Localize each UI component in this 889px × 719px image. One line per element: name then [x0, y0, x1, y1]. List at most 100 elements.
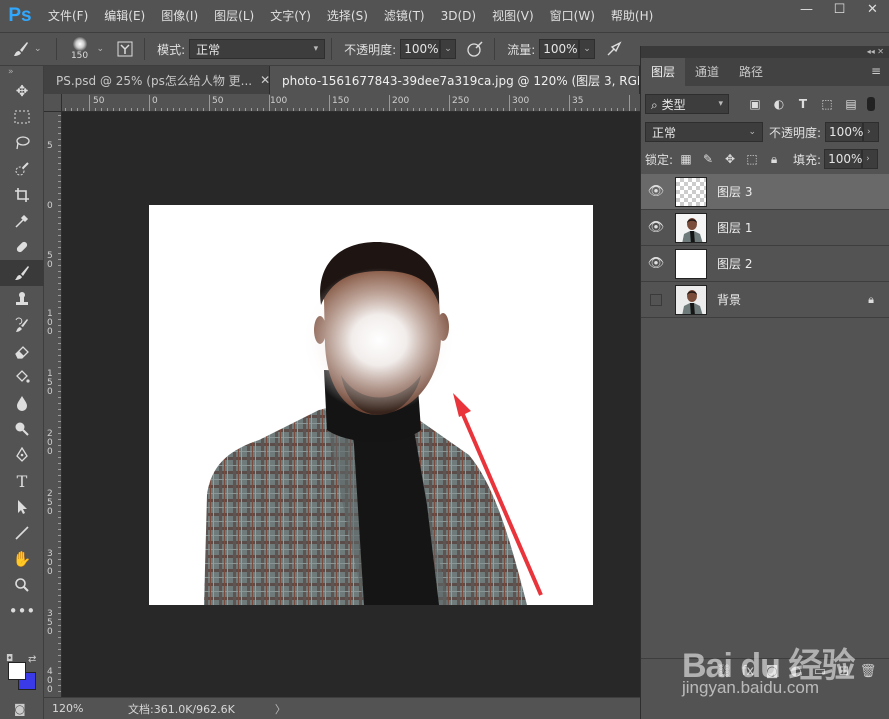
chevron-down-icon[interactable]: ⌄	[34, 44, 42, 54]
zoom-level[interactable]: 120%	[44, 700, 88, 718]
brush-tool-preset-icon[interactable]	[8, 36, 34, 62]
menu-type[interactable]: 文字(Y)	[262, 0, 319, 32]
flow-input[interactable]: 100%	[539, 39, 580, 59]
eyedropper-tool-icon[interactable]	[0, 208, 44, 234]
menu-3d[interactable]: 3D(D)	[433, 0, 484, 32]
smart-object-filter-icon[interactable]: ▤	[839, 97, 863, 111]
menu-view[interactable]: 视图(V)	[484, 0, 542, 32]
pixel-layer-filter-icon[interactable]: ▣	[743, 97, 767, 111]
history-brush-tool-icon[interactable]	[0, 312, 44, 338]
paint-bucket-tool-icon[interactable]	[0, 364, 44, 390]
lock-position-icon[interactable]: ✥	[719, 152, 741, 166]
menu-edit[interactable]: 编辑(E)	[96, 0, 153, 32]
pen-tool-icon[interactable]	[0, 442, 44, 468]
eye-icon[interactable]: 👁︎	[641, 184, 671, 199]
crop-tool-icon[interactable]	[0, 182, 44, 208]
layer-name[interactable]: 图层 2	[717, 255, 752, 272]
swap-colors-icon[interactable]: ⇄	[28, 654, 36, 665]
tab-psd[interactable]: PS.psd @ 25% (ps怎么给人物 更... ✕	[44, 66, 270, 94]
move-tool-icon[interactable]: ✥	[0, 78, 44, 104]
lock-image-icon[interactable]: ✎	[697, 152, 719, 166]
quick-selection-tool-icon[interactable]	[0, 156, 44, 182]
new-group-icon[interactable]: ▭	[808, 664, 832, 679]
tab-photo[interactable]: photo-1561677843-39dee7a319ca.jpg @ 120%…	[270, 66, 640, 94]
vertical-ruler[interactable]: 5 0 5 0 1 0 0 1 5 0 2 0 0 2 5 0 3 0 0 3 …	[44, 112, 62, 697]
lock-all-icon[interactable]: 🔒︎	[763, 152, 785, 167]
airbrush-icon[interactable]	[601, 36, 627, 62]
layer-row[interactable]: 👁︎ 图层 1	[641, 210, 889, 246]
menu-window[interactable]: 窗口(W)	[542, 0, 603, 32]
lock-icon[interactable]: 🔒︎	[868, 293, 874, 307]
adjustment-layer-filter-icon[interactable]: ◐	[767, 97, 791, 111]
blur-tool-icon[interactable]	[0, 390, 44, 416]
tab-paths[interactable]: 路径	[729, 58, 773, 86]
tab-layers[interactable]: 图层	[641, 58, 686, 86]
panel-collapse-icon[interactable]: ◂◂ ✕	[641, 46, 889, 58]
opacity-input[interactable]: 100%	[400, 39, 441, 59]
filter-toggle-switch[interactable]	[867, 97, 875, 111]
eraser-tool-icon[interactable]	[0, 338, 44, 364]
lock-artboard-icon[interactable]: ⬚	[741, 152, 763, 166]
layer-row[interactable]: 👁︎ 图层 3	[641, 174, 889, 210]
healing-brush-tool-icon[interactable]	[0, 234, 44, 260]
more-tools-icon[interactable]: •••	[0, 598, 44, 624]
quick-mask-icon[interactable]: ◙	[14, 702, 26, 716]
link-layers-icon[interactable]: ⛓︎	[712, 664, 736, 679]
clone-stamp-tool-icon[interactable]	[0, 286, 44, 312]
pressure-opacity-icon[interactable]	[462, 36, 488, 62]
zoom-tool-icon[interactable]	[0, 572, 44, 598]
fill-input[interactable]: 100%	[824, 149, 862, 169]
maximize-button[interactable]: ☐	[823, 0, 856, 22]
eye-icon[interactable]: 👁︎	[641, 220, 671, 235]
document-canvas[interactable]	[149, 205, 593, 605]
close-button[interactable]: ✕	[856, 0, 889, 22]
chevron-right-icon[interactable]: 〉	[275, 701, 286, 717]
panel-menu-icon[interactable]: ≡	[871, 64, 881, 78]
layer-opacity-input[interactable]: 100%	[825, 122, 863, 142]
shape-layer-filter-icon[interactable]: ⬚	[815, 97, 839, 111]
marquee-tool-icon[interactable]	[0, 104, 44, 130]
menu-image[interactable]: 图像(I)	[153, 0, 206, 32]
type-layer-filter-icon[interactable]: T	[791, 97, 815, 111]
dodge-tool-icon[interactable]	[0, 416, 44, 442]
brush-panel-toggle-icon[interactable]	[112, 36, 138, 62]
eye-icon[interactable]: 👁︎	[641, 256, 671, 271]
layer-name[interactable]: 背景	[717, 291, 741, 308]
path-selection-tool-icon[interactable]	[0, 494, 44, 520]
layer-name[interactable]: 图层 3	[717, 183, 752, 200]
layer-name[interactable]: 图层 1	[717, 219, 752, 236]
flow-dropdown[interactable]: ⌄	[579, 39, 596, 59]
hand-tool-icon[interactable]: ✋	[0, 546, 44, 572]
mode-select[interactable]: 正常 ▾	[189, 39, 326, 59]
document-info[interactable]: 文档:361.0K/962.6K	[128, 701, 235, 717]
brush-tool-icon[interactable]	[0, 260, 44, 286]
collapse-toolbar-icon[interactable]: »	[0, 66, 43, 78]
new-adjustment-icon[interactable]: ◐	[784, 664, 808, 679]
chevron-down-icon[interactable]: ⌄	[97, 44, 105, 54]
layer-row[interactable]: 👁︎ 图层 2	[641, 246, 889, 282]
menu-layer[interactable]: 图层(L)	[206, 0, 262, 32]
layer-row[interactable]: 背景 🔒︎	[641, 282, 889, 318]
line-tool-icon[interactable]	[0, 520, 44, 546]
horizontal-ruler[interactable]: 50 0 50 100 150 200 250 300 35	[62, 94, 640, 112]
menu-filter[interactable]: 滤镜(T)	[376, 0, 433, 32]
lock-transparent-icon[interactable]: ▦	[675, 152, 697, 166]
add-mask-icon[interactable]: ◙	[760, 664, 784, 679]
lasso-tool-icon[interactable]	[0, 130, 44, 156]
canvas-workspace[interactable]	[62, 112, 640, 697]
minimize-button[interactable]: —	[790, 0, 823, 22]
delete-layer-icon[interactable]: 🗑︎	[856, 664, 880, 679]
layer-filter-select[interactable]: ⌕ 类型 ▾	[645, 94, 729, 114]
new-layer-icon[interactable]: ⊞	[832, 664, 856, 679]
blend-mode-select[interactable]: 正常 ⌄	[645, 122, 763, 142]
close-icon[interactable]: ✕	[260, 73, 269, 87]
menu-select[interactable]: 选择(S)	[319, 0, 376, 32]
add-style-icon[interactable]: fx	[736, 664, 760, 679]
tab-channels[interactable]: 通道	[685, 58, 729, 86]
fill-dropdown[interactable]: ›	[862, 149, 879, 169]
layer-opacity-dropdown[interactable]: ›	[863, 122, 880, 142]
foreground-color-swatch[interactable]	[8, 662, 26, 680]
menu-help[interactable]: 帮助(H)	[603, 0, 661, 32]
menu-file[interactable]: 文件(F)	[40, 0, 96, 32]
brush-size-picker[interactable]: 150	[63, 34, 97, 64]
